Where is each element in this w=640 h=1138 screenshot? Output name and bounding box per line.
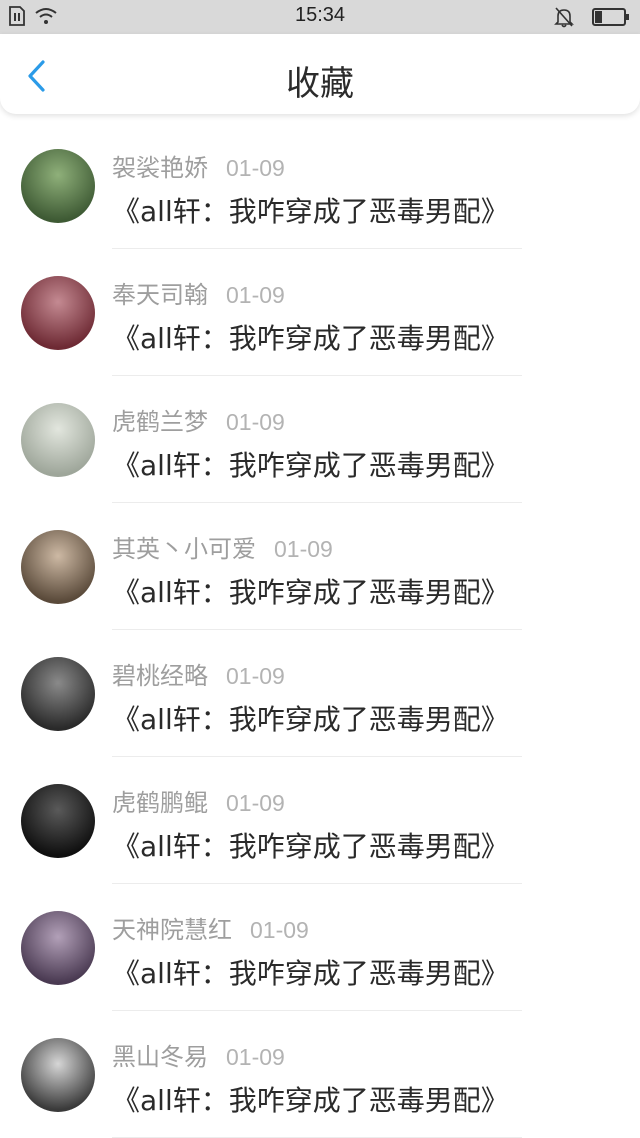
status-time: 15:34 xyxy=(294,4,346,26)
date: 01-09 xyxy=(226,1044,285,1070)
avatar[interactable] xyxy=(21,657,95,731)
meta-line: 黑山冬易 01-09 xyxy=(112,1037,285,1072)
header: 收藏 xyxy=(0,34,640,114)
meta-line: 天神院慧红 01-09 xyxy=(112,910,309,945)
meta-line: 奉天司翰 01-09 xyxy=(112,275,285,310)
date: 01-09 xyxy=(226,409,285,435)
book-title[interactable]: 《all轩：我咋穿成了恶毒男配》 xyxy=(112,571,509,611)
avatar[interactable] xyxy=(21,784,95,858)
username[interactable]: 虎鹤鹏鲲 xyxy=(112,783,208,818)
list-item[interactable]: 奉天司翰 01-09 《all轩：我咋穿成了恶毒男配》 xyxy=(0,249,640,376)
book-title[interactable]: 《all轩：我咋穿成了恶毒男配》 xyxy=(112,190,509,230)
username[interactable]: 黑山冬易 xyxy=(112,1037,208,1072)
avatar[interactable] xyxy=(21,530,95,604)
username[interactable]: 碧桃经略 xyxy=(112,656,208,691)
list-item[interactable]: 天神院慧红 01-09 《all轩：我咋穿成了恶毒男配》 xyxy=(0,884,640,1011)
date: 01-09 xyxy=(226,663,285,689)
list-item[interactable]: 袈裟艳娇 01-09 《all轩：我咋穿成了恶毒男配》 xyxy=(0,122,640,249)
date: 01-09 xyxy=(250,917,309,943)
book-title[interactable]: 《all轩：我咋穿成了恶毒男配》 xyxy=(112,698,509,738)
meta-line: 碧桃经略 01-09 xyxy=(112,656,285,691)
avatar[interactable] xyxy=(21,276,95,350)
date: 01-09 xyxy=(226,790,285,816)
book-title[interactable]: 《all轩：我咋穿成了恶毒男配》 xyxy=(112,444,509,484)
meta-line: 虎鹤鹏鲲 01-09 xyxy=(112,783,285,818)
book-title[interactable]: 《all轩：我咋穿成了恶毒男配》 xyxy=(112,1079,509,1119)
meta-line: 袈裟艳娇 01-09 xyxy=(112,148,285,183)
username[interactable]: 天神院慧红 xyxy=(112,910,232,945)
battery-icon xyxy=(592,7,630,31)
book-title[interactable]: 《all轩：我咋穿成了恶毒男配》 xyxy=(112,317,509,357)
username[interactable]: 虎鹤兰梦 xyxy=(112,402,208,437)
book-title[interactable]: 《all轩：我咋穿成了恶毒男配》 xyxy=(112,825,509,865)
mute-bell-icon xyxy=(554,6,574,32)
date: 01-09 xyxy=(274,536,333,562)
book-title[interactable]: 《all轩：我咋穿成了恶毒男配》 xyxy=(112,952,509,992)
date: 01-09 xyxy=(226,282,285,308)
username[interactable]: 袈裟艳娇 xyxy=(112,148,208,183)
list-item[interactable]: 虎鹤鹏鲲 01-09 《all轩：我咋穿成了恶毒男配》 xyxy=(0,757,640,884)
avatar[interactable] xyxy=(21,911,95,985)
list-item[interactable]: 碧桃经略 01-09 《all轩：我咋穿成了恶毒男配》 xyxy=(0,630,640,757)
list-item[interactable]: 其英丶小可爱 01-09 《all轩：我咋穿成了恶毒男配》 xyxy=(0,503,640,630)
date: 01-09 xyxy=(226,155,285,181)
status-bar: 15:34 xyxy=(0,0,640,34)
list-item[interactable]: 虎鹤兰梦 01-09 《all轩：我咋穿成了恶毒男配》 xyxy=(0,376,640,503)
avatar[interactable] xyxy=(21,403,95,477)
username[interactable]: 其英丶小可爱 xyxy=(112,529,256,564)
favorites-list: 袈裟艳娇 01-09 《all轩：我咋穿成了恶毒男配》 奉天司翰 01-09 《… xyxy=(0,122,640,1138)
meta-line: 虎鹤兰梦 01-09 xyxy=(112,402,285,437)
avatar[interactable] xyxy=(21,149,95,223)
status-right xyxy=(554,6,630,32)
list-item[interactable]: 黑山冬易 01-09 《all轩：我咋穿成了恶毒男配》 xyxy=(0,1011,640,1138)
meta-line: 其英丶小可爱 01-09 xyxy=(112,529,333,564)
username[interactable]: 奉天司翰 xyxy=(112,275,208,310)
page-title: 收藏 xyxy=(286,64,354,104)
avatar[interactable] xyxy=(21,1038,95,1112)
